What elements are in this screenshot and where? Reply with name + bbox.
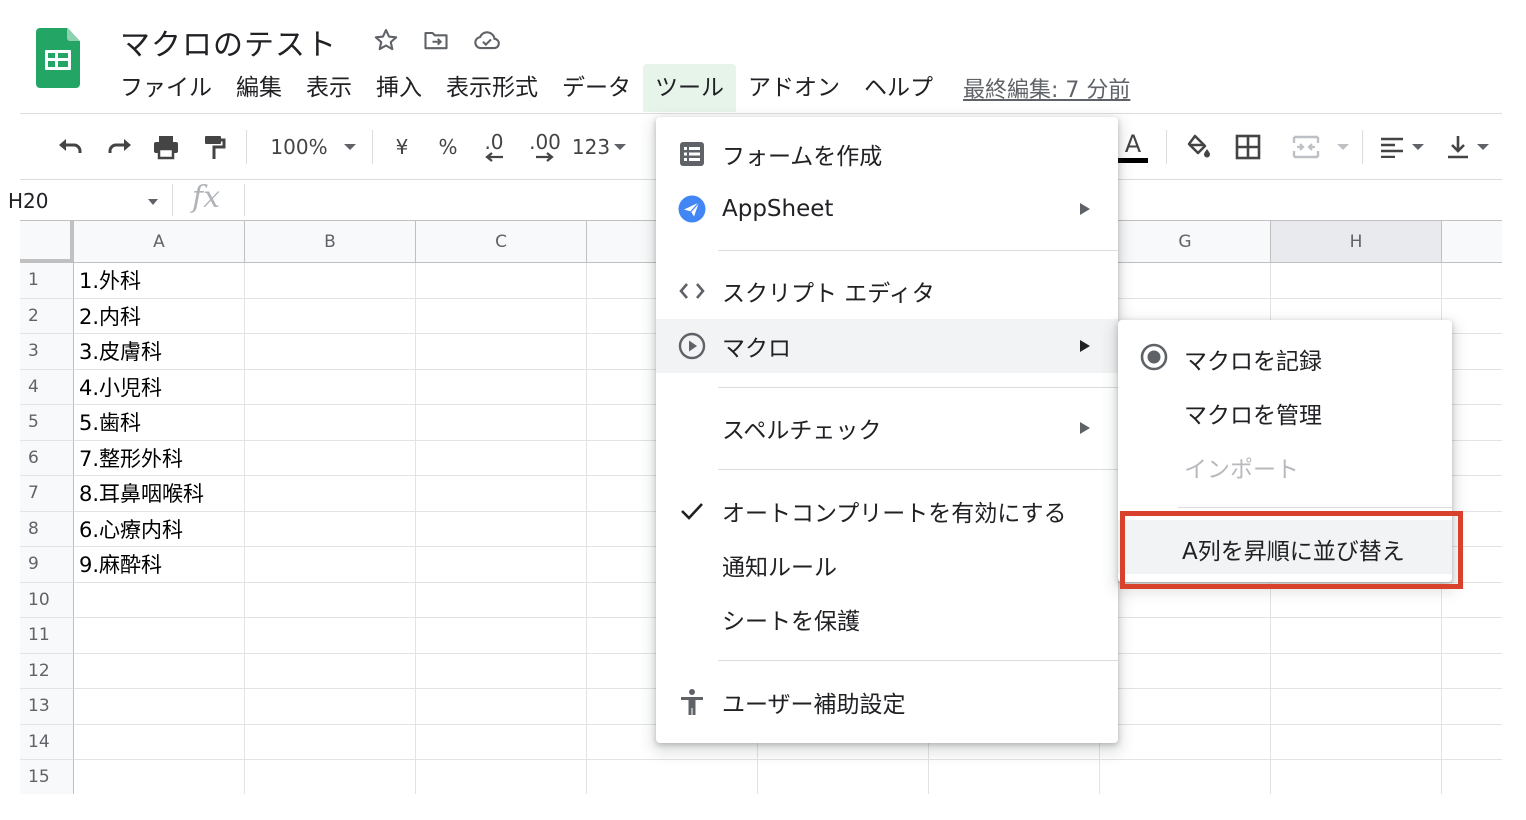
row-header[interactable]: 7 bbox=[20, 476, 74, 512]
cell-a6[interactable]: 7.整形外科 bbox=[79, 441, 183, 476]
row-header[interactable]: 10 bbox=[20, 582, 74, 618]
column-header-a[interactable]: A bbox=[74, 221, 245, 263]
menu-format[interactable]: 表示形式 bbox=[434, 64, 550, 112]
row-header[interactable]: 14 bbox=[20, 724, 74, 760]
cell-a1[interactable]: 1.外科 bbox=[79, 263, 141, 298]
cell-a9[interactable]: 9.麻酔科 bbox=[79, 547, 162, 582]
record-icon bbox=[1140, 343, 1168, 371]
row-header[interactable]: 2 bbox=[20, 298, 74, 334]
cell-a4[interactable]: 4.小児科 bbox=[79, 370, 162, 405]
form-icon bbox=[678, 140, 706, 168]
star-icon[interactable] bbox=[372, 26, 400, 54]
fx-icon: fx bbox=[192, 180, 221, 215]
horizontal-align-icon[interactable] bbox=[1374, 128, 1430, 166]
redo-icon[interactable] bbox=[102, 128, 138, 166]
menu-view[interactable]: 表示 bbox=[294, 64, 364, 112]
row-header[interactable]: 13 bbox=[20, 689, 74, 725]
column-header-h[interactable]: H bbox=[1271, 221, 1442, 263]
menu-bar: ファイル 編集 表示 挿入 表示形式 データ ツール アドオン ヘルプ 最終編集… bbox=[108, 64, 1130, 112]
checkmark-icon bbox=[678, 497, 706, 525]
column-header-i[interactable] bbox=[1442, 221, 1502, 263]
percent-format-button[interactable]: % bbox=[432, 128, 464, 166]
cell-a8[interactable]: 6.心療内科 bbox=[79, 512, 183, 547]
name-box[interactable]: H20 bbox=[8, 186, 166, 216]
row-header[interactable]: 12 bbox=[20, 653, 74, 689]
merge-cells-icon[interactable] bbox=[1280, 128, 1360, 166]
menu-appsheet[interactable]: AppSheet bbox=[656, 182, 1118, 236]
row-header[interactable]: 3 bbox=[20, 334, 74, 370]
menu-manage-macros[interactable]: マクロを管理 bbox=[1118, 384, 1452, 438]
paint-format-icon[interactable] bbox=[196, 128, 232, 166]
menu-spell-check[interactable]: スペルチェック bbox=[656, 401, 1118, 455]
menu-notification-rules[interactable]: 通知ルール bbox=[656, 538, 1118, 592]
cell-a5[interactable]: 5.歯科 bbox=[79, 405, 141, 440]
menu-accessibility[interactable]: ユーザー補助設定 bbox=[656, 675, 1118, 729]
menu-script-editor[interactable]: スクリプト エディタ bbox=[656, 264, 1118, 318]
currency-format-button[interactable]: ¥ bbox=[386, 128, 418, 166]
row-header[interactable]: 15 bbox=[20, 760, 74, 794]
play-circle-icon bbox=[678, 332, 706, 360]
submenu-arrow-icon bbox=[1080, 340, 1090, 352]
cell-a7[interactable]: 8.耳鼻咽喉科 bbox=[79, 476, 204, 511]
row-header[interactable]: 9 bbox=[20, 547, 74, 583]
menu-macro-sort-column-a[interactable]: A列を昇順に並び替え bbox=[1118, 520, 1452, 574]
borders-icon[interactable] bbox=[1230, 128, 1266, 166]
row-header[interactable]: 11 bbox=[20, 618, 74, 654]
menu-macros[interactable]: マクロ bbox=[656, 319, 1118, 373]
code-icon bbox=[678, 277, 706, 305]
cell-a2[interactable]: 2.内科 bbox=[79, 299, 141, 334]
formula-input[interactable] bbox=[250, 184, 650, 216]
menu-tools[interactable]: ツール bbox=[643, 64, 736, 112]
menu-protect-sheet[interactable]: シートを保護 bbox=[656, 592, 1118, 646]
menu-addons[interactable]: アドオン bbox=[736, 64, 852, 112]
column-header-b[interactable]: B bbox=[245, 221, 416, 263]
row-header[interactable]: 8 bbox=[20, 511, 74, 547]
submenu-arrow-icon bbox=[1080, 422, 1090, 434]
accessibility-icon bbox=[678, 688, 706, 716]
sheets-logo-icon[interactable] bbox=[36, 28, 80, 88]
row-header[interactable]: 1 bbox=[20, 263, 74, 299]
decrease-decimal-button[interactable]: .0 bbox=[474, 128, 514, 166]
last-edit-link[interactable]: 最終編集: 7 分前 bbox=[963, 72, 1130, 104]
menu-help[interactable]: ヘルプ bbox=[852, 64, 945, 112]
menu-insert[interactable]: 挿入 bbox=[364, 64, 434, 112]
cloud-saved-icon[interactable] bbox=[472, 26, 500, 54]
undo-icon[interactable] bbox=[52, 128, 88, 166]
row-header[interactable]: 5 bbox=[20, 405, 74, 441]
header-divider bbox=[20, 113, 1502, 114]
increase-decimal-button[interactable]: .00 bbox=[522, 128, 568, 166]
fill-color-icon[interactable] bbox=[1180, 128, 1216, 166]
row-header[interactable]: 4 bbox=[20, 369, 74, 405]
cell-a3[interactable]: 3.皮膚科 bbox=[79, 334, 162, 369]
tools-menu: フォームを作成 AppSheet スクリプト エディタ マクロ スペルチェック … bbox=[656, 117, 1118, 743]
more-formats-select[interactable]: 123 bbox=[570, 128, 628, 166]
menu-create-form[interactable]: フォームを作成 bbox=[656, 127, 1118, 181]
menu-file[interactable]: ファイル bbox=[108, 64, 224, 112]
menu-import-macro[interactable]: インポート bbox=[1118, 438, 1452, 492]
appsheet-icon bbox=[678, 195, 706, 223]
row-header[interactable]: 6 bbox=[20, 440, 74, 476]
submenu-arrow-icon bbox=[1080, 203, 1090, 215]
document-title[interactable]: マクロのテスト bbox=[120, 20, 337, 64]
menu-autocomplete[interactable]: オートコンプリートを有効にする bbox=[656, 484, 1118, 538]
move-to-folder-icon[interactable] bbox=[422, 26, 450, 54]
macro-submenu: マクロを記録 マクロを管理 インポート A列を昇順に並び替え bbox=[1118, 320, 1452, 582]
print-icon[interactable] bbox=[148, 128, 184, 166]
menu-data[interactable]: データ bbox=[550, 64, 643, 112]
text-color-icon[interactable]: A bbox=[1116, 128, 1150, 166]
select-all-corner[interactable] bbox=[20, 221, 74, 263]
vertical-align-icon[interactable] bbox=[1440, 128, 1496, 166]
column-header-g[interactable]: G bbox=[1100, 221, 1271, 263]
menu-edit[interactable]: 編集 bbox=[224, 64, 294, 112]
zoom-select[interactable]: 100% bbox=[264, 128, 362, 166]
menu-record-macro[interactable]: マクロを記録 bbox=[1118, 330, 1452, 384]
column-header-c[interactable]: C bbox=[416, 221, 587, 263]
